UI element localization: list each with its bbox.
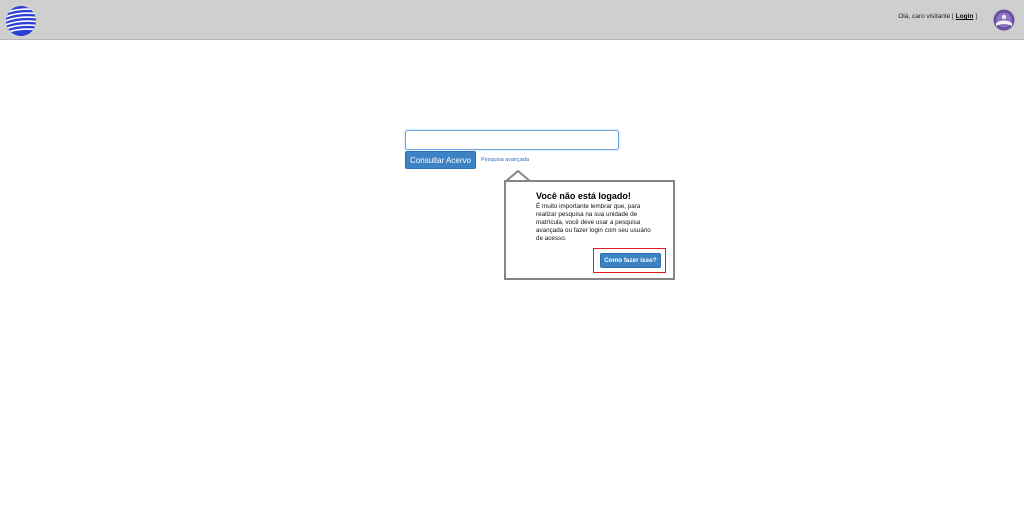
highlight-frame: Como fazer isso? bbox=[593, 248, 666, 273]
top-bar: Olá, caro visitante [ Login ] bbox=[0, 0, 1024, 40]
popover-title: Você não está logado! bbox=[536, 191, 631, 201]
popover-message: É muito importante lembrar que, para rea… bbox=[536, 203, 651, 242]
visitor-greeting: Olá, caro visitante [ Login ] bbox=[898, 13, 977, 20]
search-input[interactable] bbox=[405, 130, 619, 150]
consultar-acervo-button[interactable]: Consultar Acervo bbox=[405, 151, 476, 169]
greeting-suffix: ] bbox=[975, 13, 977, 20]
user-avatar-icon[interactable] bbox=[993, 9, 1015, 31]
globe-logo-icon[interactable] bbox=[5, 5, 37, 37]
not-logged-in-popover: Você não está logado! É muito importante… bbox=[504, 180, 675, 280]
advanced-search-link[interactable]: Pesquisa avançada bbox=[481, 157, 529, 163]
how-to-do-it-button[interactable]: Como fazer isso? bbox=[600, 253, 661, 268]
greeting-prefix: Olá, caro visitante [ bbox=[898, 13, 954, 20]
login-link[interactable]: Login bbox=[956, 13, 974, 20]
